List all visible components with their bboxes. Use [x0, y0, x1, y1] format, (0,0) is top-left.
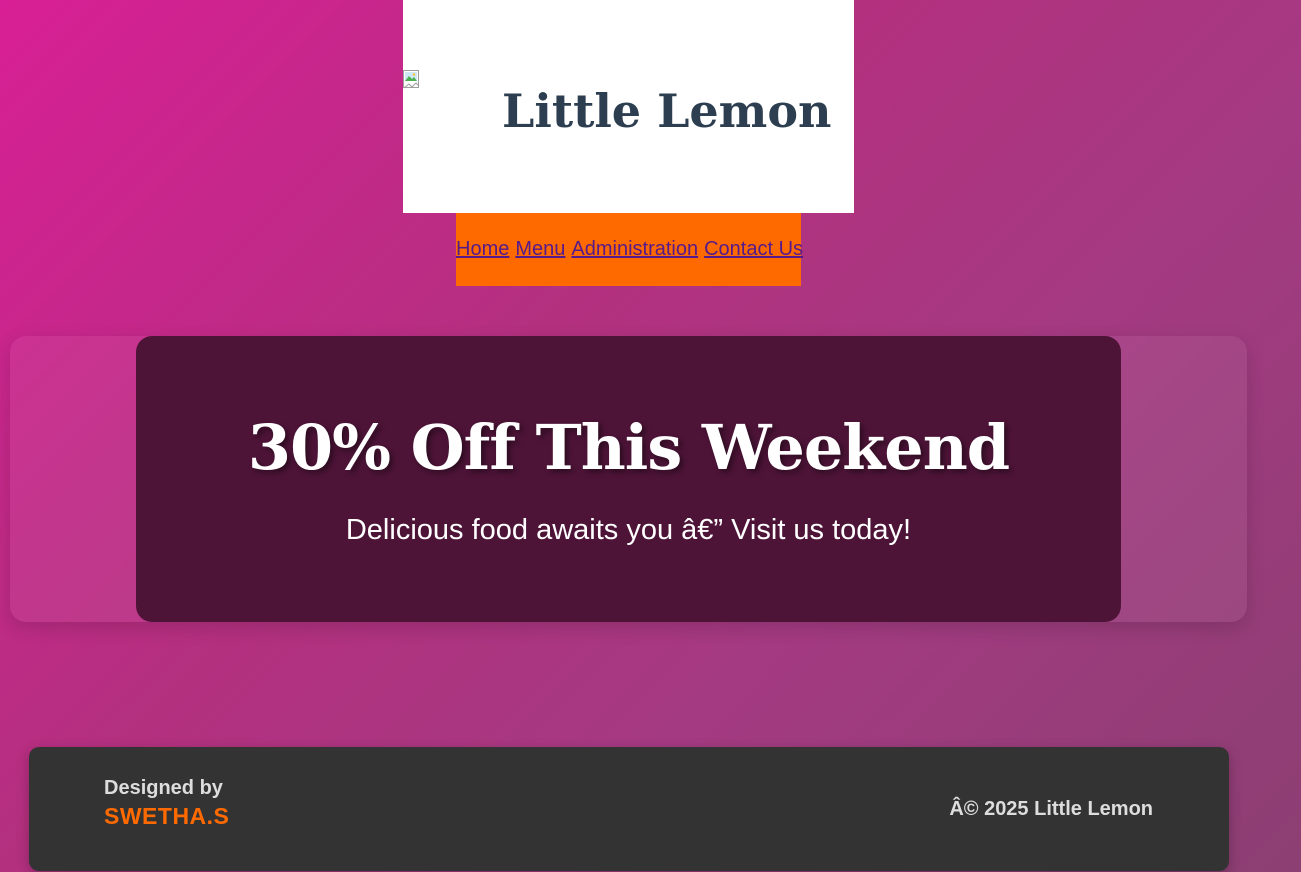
main-nav: Home Menu Administration Contact Us	[456, 213, 803, 286]
nav-link-home[interactable]: Home	[456, 238, 509, 261]
nav-link-contact-us[interactable]: Contact Us	[704, 238, 803, 261]
nav-link-administration[interactable]: Administration	[571, 238, 698, 261]
promo-banner: 30% Off This Weekend Delicious food awai…	[136, 336, 1121, 622]
copyright-text: Â© 2025 Little Lemon	[949, 798, 1153, 820]
promo-title: 30% Off This Weekend	[247, 411, 1010, 484]
broken-image-icon	[403, 70, 423, 92]
site-title: Little Lemon	[502, 84, 832, 138]
nav-link-menu[interactable]: Menu	[515, 238, 565, 261]
designed-by-label: Designed by	[104, 777, 223, 799]
promo-subtitle: Delicious food awaits you â€” Visit us t…	[345, 514, 912, 546]
site-header: Little Lemon	[403, 0, 854, 213]
designer-name: SWETHA.S	[104, 803, 230, 829]
site-footer: Designed by SWETHA.S Â© 2025 Little Lemo…	[29, 747, 1229, 871]
